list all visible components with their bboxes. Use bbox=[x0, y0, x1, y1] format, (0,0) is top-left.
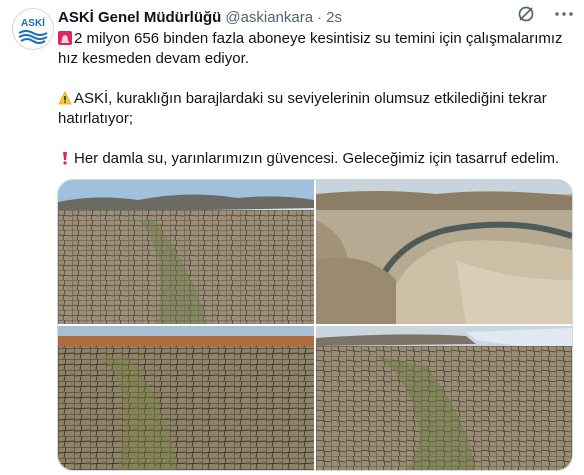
tweet-header: ASKİ Genel Müdürlüğü @askiankara · 2s bbox=[58, 7, 572, 27]
aski-logo-icon: ASKİ bbox=[14, 10, 52, 48]
author-name[interactable]: ASKİ Genel Müdürlüğü bbox=[58, 9, 221, 26]
tweet-line-2: ASKİ, kuraklığın barajlardaki su seviyel… bbox=[58, 89, 572, 129]
grok-icon[interactable] bbox=[516, 4, 536, 24]
aerial-drying-reservoir-photo[interactable] bbox=[316, 180, 572, 324]
separator-dot: · bbox=[317, 8, 323, 26]
cracked-earth-red-soil-photo[interactable] bbox=[58, 326, 314, 470]
tweet-line-3-text: Her damla su, yarınlarımızın güvencesi. … bbox=[74, 150, 560, 167]
tweet-actions bbox=[516, 4, 574, 24]
tweet-time[interactable]: 2s bbox=[326, 9, 342, 26]
exclamation-icon bbox=[63, 152, 67, 165]
tweet-line-3: Her damla su, yarınlarımızın güvencesi. … bbox=[58, 149, 572, 169]
warning-icon bbox=[58, 91, 72, 105]
cracked-lakebed-shoreline-photo[interactable] bbox=[316, 326, 572, 470]
tweet-text: 2 milyon 656 binden fazla aboneye kesint… bbox=[58, 29, 572, 169]
avatar-logo-text: ASKİ bbox=[21, 16, 45, 29]
tweet-line-2-text: ASKİ, kuraklığın barajlardaki su seviyel… bbox=[58, 90, 547, 127]
author-handle[interactable]: @askiankara bbox=[225, 9, 313, 26]
avatar[interactable]: ASKİ bbox=[12, 8, 54, 50]
dry-cracked-reservoir-bed-photo[interactable] bbox=[58, 180, 314, 324]
media-grid bbox=[57, 179, 573, 471]
more-options-icon[interactable] bbox=[554, 4, 574, 24]
rotating-light-icon bbox=[58, 31, 72, 45]
tweet-line-1: 2 milyon 656 binden fazla aboneye kesint… bbox=[58, 29, 572, 69]
tweet-line-1-text: 2 milyon 656 binden fazla aboneye kesint… bbox=[58, 30, 563, 67]
